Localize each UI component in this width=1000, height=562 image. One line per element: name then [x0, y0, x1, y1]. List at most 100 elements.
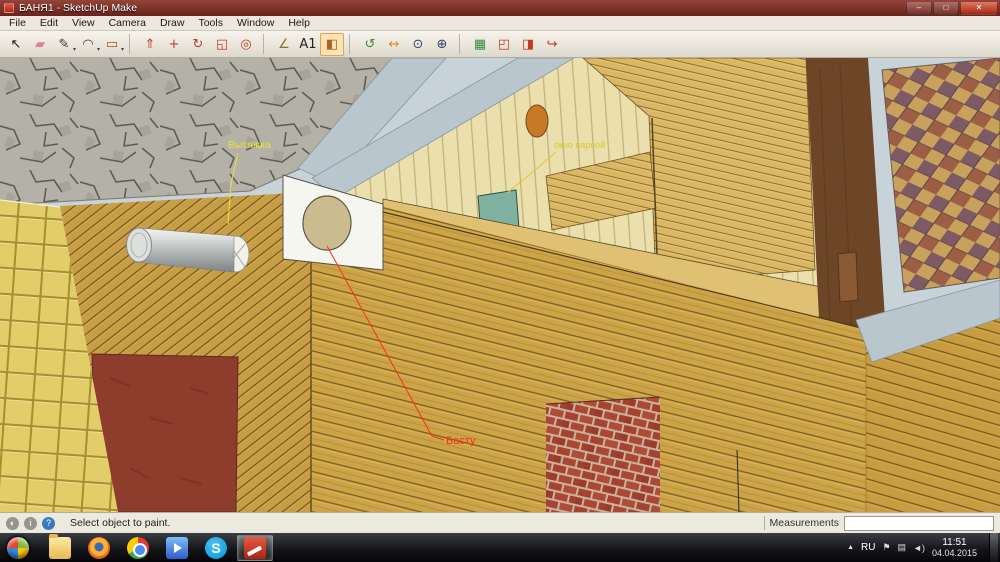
menu-item[interactable]: Help — [281, 16, 317, 31]
tool-rotate[interactable]: ↻ — [186, 33, 210, 56]
tool-send-to-layout[interactable]: ↪ — [540, 33, 564, 56]
label-bastu: Басту — [446, 435, 476, 447]
geolocation-icon[interactable]: ◐ — [6, 517, 19, 530]
taskbar-media-player[interactable] — [159, 535, 195, 561]
show-desktop-button[interactable] — [989, 533, 998, 562]
tool-glyph-icon: ▦ — [474, 38, 486, 51]
tool-3d-warehouse[interactable]: ◰ — [492, 33, 516, 56]
tool-glyph-icon: ▰ — [35, 38, 45, 51]
tool-glyph-icon: ◧ — [326, 38, 338, 51]
maroon-panel — [92, 354, 238, 512]
tool-pan[interactable]: ↔ — [382, 33, 406, 56]
menu-item[interactable]: Draw — [153, 16, 192, 31]
volume-icon[interactable]: ◄) — [913, 543, 925, 553]
tool-offset[interactable]: ◎ — [234, 33, 258, 56]
hidden-icons-button[interactable]: ▲ — [847, 544, 854, 551]
tool-eraser[interactable]: ▰ — [28, 33, 52, 56]
taskbar-chrome[interactable] — [120, 535, 156, 561]
tool-glyph-icon: ↔ — [389, 38, 400, 51]
tool-scale[interactable]: ◱ — [210, 33, 234, 56]
sketchup-app-icon — [4, 3, 14, 13]
menu-bar: FileEditViewCameraDrawToolsWindowHelp — [0, 16, 1000, 31]
tool-glyph-icon: ◱ — [216, 38, 228, 51]
status-hint: Select object to paint. — [70, 517, 170, 529]
media-player-icon — [166, 537, 188, 559]
tool-glyph-icon: ◨ — [522, 38, 534, 51]
minimize-button[interactable]: – — [906, 2, 932, 15]
status-bar: ◐ i ? Select object to paint. Measuremen… — [0, 512, 1000, 533]
tool-select[interactable]: ↖ — [4, 33, 28, 56]
tray-clock[interactable]: 11:51 04.04.2015 — [932, 537, 977, 559]
tool-paint-bucket[interactable]: ◧ — [320, 33, 344, 56]
menu-item[interactable]: Tools — [191, 16, 230, 31]
close-button[interactable]: ✕ — [960, 2, 998, 15]
chrome-icon — [127, 537, 149, 559]
tray-time: 11:51 — [932, 537, 977, 548]
tool-glyph-icon: ⊙ — [413, 38, 424, 51]
credits-icon[interactable]: i — [24, 517, 37, 530]
tool-glyph-icon: ◎ — [240, 38, 251, 51]
tray-date: 04.04.2015 — [932, 548, 977, 559]
dropdown-arrow-icon: ▾ — [121, 46, 124, 53]
taskbar-firefox[interactable] — [81, 535, 117, 561]
taskbar-apps — [42, 535, 273, 561]
taskbar: ▲ RU ⚑ ▤ ◄) 11:51 04.04.2015 — [0, 533, 1000, 562]
tool-push-pull[interactable]: ⇑ — [138, 33, 162, 56]
menu-item[interactable]: File — [2, 16, 33, 31]
taskbar-sketchup[interactable] — [237, 535, 273, 561]
tool-share-model[interactable]: ◨ — [516, 33, 540, 56]
firefox-icon — [88, 537, 110, 559]
tool-glyph-icon: ↻ — [193, 38, 204, 51]
taskbar-explorer[interactable] — [42, 535, 78, 561]
tool-glyph-icon: ↺ — [365, 38, 376, 51]
tool-arc[interactable]: ◠ ▾ — [76, 33, 100, 56]
tool-glyph-icon: ◰ — [498, 38, 510, 51]
tool-orbit[interactable]: ↺ — [358, 33, 382, 56]
tool-zoom[interactable]: ⊙ — [406, 33, 430, 56]
label-exhaust: Вытяжка — [228, 139, 271, 151]
sketchup-window: БАНЯ1 - SketchUp Make – □ ✕ FileEditView… — [0, 0, 1000, 562]
tool-tape-measure[interactable]: ∠ — [272, 33, 296, 56]
label-window: окно парной — [554, 140, 605, 150]
skype-icon — [205, 537, 227, 559]
scene-3d: Вытяжка окно парной Басту — [0, 58, 1000, 512]
tool-glyph-icon: ⇑ — [145, 38, 156, 51]
start-button[interactable] — [6, 536, 30, 560]
language-indicator[interactable]: RU — [861, 542, 875, 553]
help-icon[interactable]: ? — [42, 517, 55, 530]
tool-move[interactable]: + — [162, 33, 186, 56]
network-icon[interactable]: ▤ — [898, 542, 907, 553]
tool-zoom-extents[interactable]: ⊕ — [430, 33, 454, 56]
taskbar-skype[interactable] — [198, 535, 234, 561]
tool-glyph-icon: ✎ — [59, 38, 70, 51]
action-center-icon[interactable]: ⚑ — [882, 542, 890, 553]
menu-item[interactable]: Edit — [33, 16, 65, 31]
tool-glyph-icon: ∠ — [278, 38, 290, 51]
sketchup-icon — [244, 537, 266, 559]
tool-glyph-icon: ↪ — [547, 38, 558, 51]
tool-get-models[interactable]: ▦ — [468, 33, 492, 56]
system-tray: ▲ RU ⚑ ▤ ◄) 11:51 04.04.2015 — [847, 533, 1000, 562]
tool-glyph-icon: ⊕ — [437, 38, 448, 51]
toolbar-separator — [459, 34, 465, 54]
measurements-label: Measurements — [770, 517, 839, 529]
round-vent-hole — [526, 105, 548, 137]
menu-item[interactable]: Window — [230, 16, 281, 31]
tool-rectangle[interactable]: ▭ ▾ — [100, 33, 124, 56]
tool-glyph-icon: ◠ — [82, 38, 93, 51]
menu-item[interactable]: View — [65, 16, 102, 31]
toolbar-separator — [129, 34, 135, 54]
toolbar-separator — [263, 34, 269, 54]
menu-item[interactable]: Camera — [102, 16, 153, 31]
tool-glyph-icon: A1 — [299, 38, 316, 51]
measurements-input[interactable] — [844, 516, 994, 531]
brick-wall-patch — [546, 397, 660, 512]
window-controls: – □ ✕ — [906, 2, 998, 15]
viewport-3d[interactable]: Вытяжка окно парной Басту — [0, 58, 1000, 512]
maximize-button[interactable]: □ — [933, 2, 959, 15]
tool-text[interactable]: A1 — [296, 33, 320, 56]
tool-line[interactable]: ✎ ▾ — [52, 33, 76, 56]
toolbar-separator — [349, 34, 355, 54]
tool-glyph-icon: ↖ — [11, 38, 22, 51]
title-bar: БАНЯ1 - SketchUp Make – □ ✕ — [0, 0, 1000, 16]
